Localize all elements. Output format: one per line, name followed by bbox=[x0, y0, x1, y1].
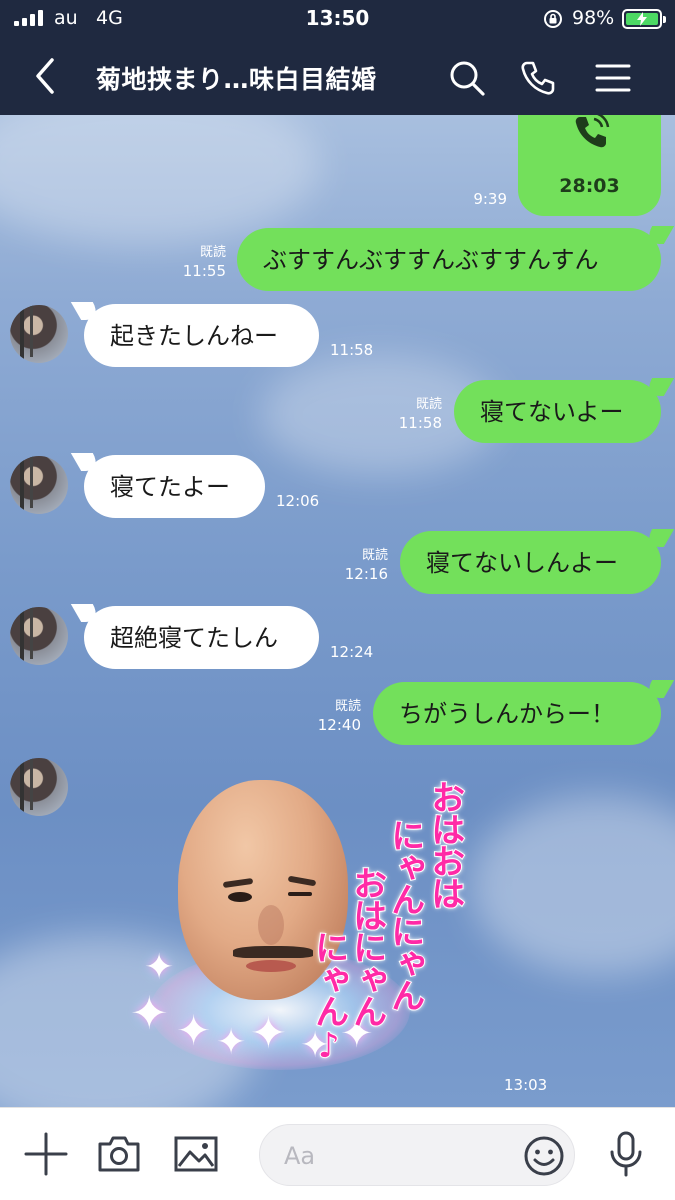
read-receipt: 既読 bbox=[361, 548, 388, 563]
message-time: 11:55 bbox=[182, 261, 226, 280]
friend-avatar[interactable] bbox=[10, 758, 68, 816]
read-receipt: 既読 bbox=[334, 699, 361, 714]
message-time: 11:58 bbox=[330, 341, 374, 359]
orientation-lock-icon bbox=[544, 10, 562, 28]
message-time: 13:03 bbox=[504, 1076, 548, 1094]
phone-icon bbox=[575, 115, 610, 148]
message-text: ぶすすんぶすすんぶすすんすん bbox=[263, 245, 599, 274]
camera-icon[interactable] bbox=[95, 1130, 143, 1178]
chat-title: 菊地挟まり…味白目結婚 bbox=[96, 65, 377, 94]
message-text: 寝てないしんよー bbox=[426, 548, 618, 577]
outgoing-message-bubble[interactable]: ぶすすんぶすすんぶすすんすん bbox=[237, 228, 661, 291]
outgoing-message-bubble[interactable]: 寝てないしんよー bbox=[400, 531, 661, 594]
call-duration: 28:03 bbox=[559, 175, 620, 197]
sticker-text-line: おはおは bbox=[424, 779, 466, 909]
sparkle-icon: ✦ bbox=[250, 1008, 287, 1059]
back-arrow-icon[interactable] bbox=[30, 56, 64, 96]
read-receipt: 既読 bbox=[199, 245, 226, 260]
background-cloud bbox=[0, 115, 320, 245]
message-text: 寝てたよー bbox=[110, 472, 230, 501]
message-meta: 既読 12:16 bbox=[326, 548, 388, 584]
message-meta: 既読 11:58 bbox=[380, 397, 442, 433]
search-icon[interactable] bbox=[447, 58, 487, 98]
background-cloud bbox=[470, 795, 675, 975]
message-meta: 既読 12:40 bbox=[299, 699, 361, 735]
microphone-icon[interactable] bbox=[602, 1130, 650, 1178]
incoming-message-bubble[interactable]: 寝てたよー bbox=[84, 455, 265, 518]
chat-area[interactable]: 28:03 9:39 既読 11:55 ぶすすんぶすすんぶすすんすん 起きたしん… bbox=[0, 115, 675, 1107]
outgoing-message-bubble[interactable]: ちがうしんからー！ bbox=[373, 682, 661, 745]
voice-call-card[interactable]: 28:03 bbox=[518, 115, 661, 216]
battery-icon bbox=[622, 9, 666, 29]
outgoing-message-bubble[interactable]: 寝てないよー bbox=[454, 380, 661, 443]
message-input[interactable]: Aa bbox=[259, 1124, 575, 1186]
sticker-text-line: にゃん♪ bbox=[308, 929, 350, 1065]
image-icon[interactable] bbox=[172, 1130, 220, 1178]
sparkle-icon: ✦ bbox=[130, 986, 169, 1040]
sticker-text-line: にゃんにゃん bbox=[384, 817, 426, 1011]
message-text: ちがうしんからー！ bbox=[399, 699, 615, 728]
friend-avatar[interactable] bbox=[10, 305, 68, 363]
message-time: 12:40 bbox=[317, 715, 361, 734]
plus-icon[interactable] bbox=[22, 1130, 70, 1178]
emoji-icon[interactable] bbox=[522, 1134, 566, 1178]
message-text: 起きたしんねー bbox=[110, 321, 278, 350]
sparkle-icon: ✦ bbox=[176, 1006, 212, 1055]
status-bar: au 4G 13:50 98% bbox=[0, 0, 675, 38]
message-input-bar: Aa bbox=[0, 1107, 675, 1200]
message-time: 11:58 bbox=[398, 413, 442, 432]
sticker-text-line: おはにゃん bbox=[346, 865, 388, 1027]
message-text: 寝てないよー bbox=[480, 397, 624, 426]
input-placeholder: Aa bbox=[284, 1142, 316, 1170]
friend-avatar[interactable] bbox=[10, 607, 68, 665]
chat-header: 菊地挟まり…味白目結婚 bbox=[0, 38, 675, 115]
message-text: 超絶寝てたしん bbox=[110, 623, 278, 652]
message-time: 12:24 bbox=[330, 643, 374, 661]
sticker-message[interactable]: ✦ ✦ ✦ ✦ ✦ ✦ ✦ おはおは にゃんにゃん おはにゃん にゃん♪ bbox=[130, 779, 490, 1080]
incoming-message-bubble[interactable]: 超絶寝てたしん bbox=[84, 606, 319, 669]
sparkle-icon: ✦ bbox=[216, 1022, 247, 1063]
battery-percent: 98% bbox=[572, 7, 615, 29]
message-time: 12:06 bbox=[276, 492, 320, 510]
menu-icon[interactable] bbox=[593, 58, 633, 98]
friend-avatar[interactable] bbox=[10, 456, 68, 514]
message-time: 9:39 bbox=[473, 190, 507, 208]
phone-call-icon[interactable] bbox=[518, 58, 558, 98]
message-meta: 既読 11:55 bbox=[160, 245, 226, 281]
read-receipt: 既読 bbox=[415, 397, 442, 412]
sparkle-icon: ✦ bbox=[144, 947, 175, 988]
incoming-message-bubble[interactable]: 起きたしんねー bbox=[84, 304, 319, 367]
message-time: 12:16 bbox=[344, 564, 388, 583]
